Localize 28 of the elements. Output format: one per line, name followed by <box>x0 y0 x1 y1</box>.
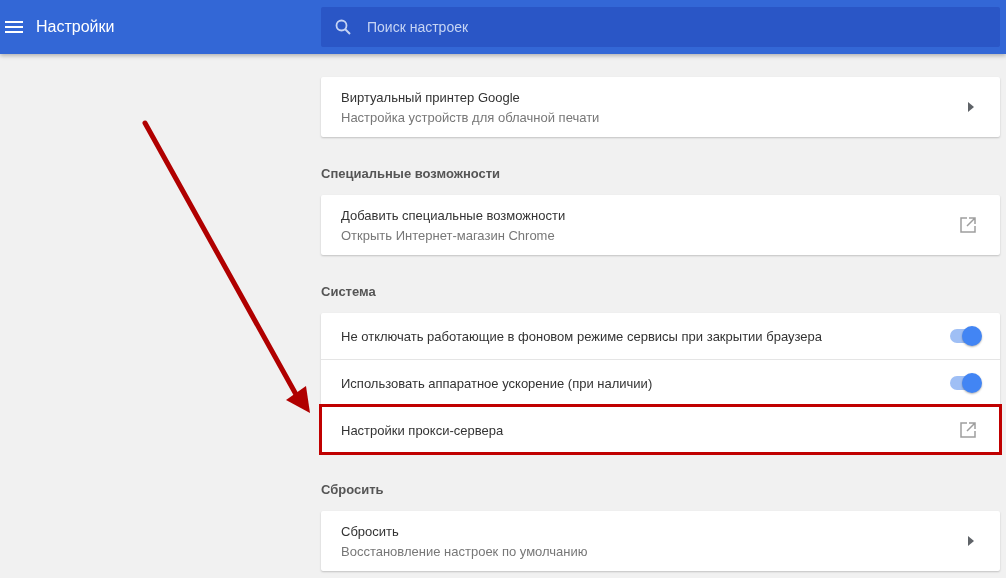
external-link-icon[interactable] <box>960 422 976 438</box>
setting-title: Настройки прокси-сервера <box>341 422 505 438</box>
search-icon <box>335 19 351 35</box>
search-field[interactable]: Поиск настроек <box>321 7 1000 47</box>
caret-right-icon[interactable] <box>968 536 974 546</box>
setting-row[interactable]: Не отключать работающие в фоновом режиме сервисы при закрытии браузера <box>321 313 1000 359</box>
setting-title: Добавить специальные возможности <box>341 207 567 223</box>
highlighted-setting-row[interactable]: Настройки прокси-сервера <box>321 406 1000 453</box>
external-link-icon[interactable] <box>960 217 976 233</box>
setting-title: Сбросить <box>341 523 400 539</box>
setting-row[interactable]: Виртуальный принтер Google Настройка устройств для облачной печати <box>321 77 1000 137</box>
toggle-switch[interactable] <box>950 376 980 390</box>
setting-description: Открыть Интернет-магазин Chrome <box>341 227 556 243</box>
setting-row[interactable]: Добавить специальные возможности Открыть Интернет-магазин Chrome <box>321 195 1000 255</box>
menu-icon[interactable] <box>5 21 23 33</box>
caret-right-icon[interactable] <box>968 102 974 112</box>
setting-description: Настройка устройств для облачной печати <box>341 109 601 125</box>
setting-title: Виртуальный принтер Google <box>341 89 521 105</box>
setting-description: Восстановление настроек по умолчанию <box>341 543 589 559</box>
section-title: Сбросить <box>321 481 385 499</box>
setting-row[interactable]: Сбросить Восстановление настроек по умолчанию <box>321 511 1000 571</box>
page-title: Настройки <box>36 18 115 36</box>
setting-title: Использовать аппаратное ускорение (при наличии) <box>341 375 654 391</box>
setting-row[interactable]: Использовать аппаратное ускорение (при наличии) <box>321 359 1000 406</box>
toggle-switch[interactable] <box>950 329 980 343</box>
section-title: Система <box>321 283 377 301</box>
setting-title: Не отключать работающие в фоновом режиме сервисы при закрытии браузера <box>341 328 823 344</box>
section-title: Специальные возможности <box>321 165 502 183</box>
